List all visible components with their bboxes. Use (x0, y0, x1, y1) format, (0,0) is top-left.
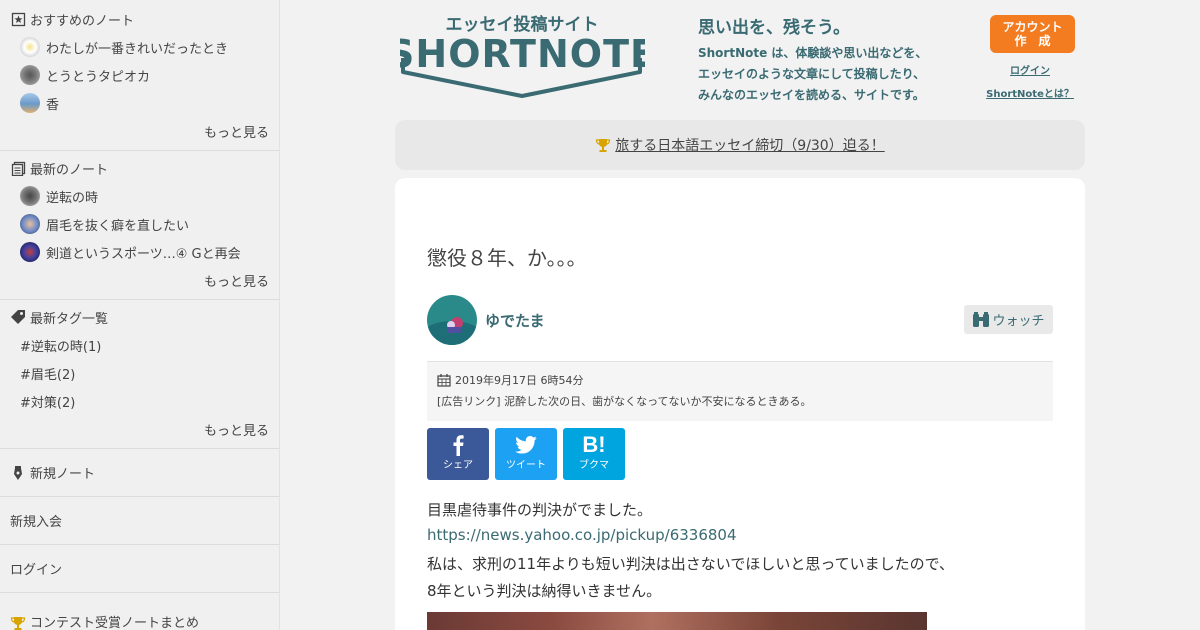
recommended-heading: おすすめのノート (0, 5, 279, 33)
create-account-label-line1: アカウント (1002, 20, 1063, 34)
tagline-line: みんなのエッセイを読める、サイトです。 (698, 88, 925, 102)
post-body-link[interactable]: https://news.yahoo.co.jp/pickup/6336804 (427, 526, 737, 544)
author-name[interactable]: ゆでたま (485, 310, 545, 331)
star-note-icon (10, 11, 26, 27)
sidebar-recommended-item[interactable]: わたしが一番きれいだったとき (0, 33, 279, 61)
avatar (20, 65, 40, 85)
avatar (20, 214, 40, 234)
watch-button[interactable]: ウォッチ (964, 305, 1053, 334)
contest-banner-text: 旅する日本語エッセイ締切（9/30）迫る！ (615, 138, 885, 154)
tags-more-link[interactable]: もっと見る (0, 415, 279, 443)
hatena-bookmark-button[interactable]: B! ブクマ (563, 428, 625, 480)
new-note-label: 新規ノート (30, 467, 96, 482)
logo-wordmark: SHORTNOTE (400, 32, 645, 76)
sidebar-item-label: とうとうタピオカ (46, 69, 151, 85)
tag-label: #逆転の時(1) (20, 339, 102, 355)
latest-heading-label: 最新のノート (30, 162, 109, 178)
contest-link[interactable]: コンテスト受賞ノートまとめ (0, 593, 279, 630)
twitter-icon (495, 428, 557, 460)
binoculars-icon (972, 311, 990, 328)
divider (0, 299, 279, 300)
latest-more-link[interactable]: もっと見る (0, 266, 279, 294)
post-body-line: 目黒虐待事件の判決がでました。 (427, 501, 653, 519)
new-note-link[interactable]: 新規ノート (0, 449, 279, 497)
avatar (20, 93, 40, 113)
post-title: 懲役８年、か。。。 (427, 246, 587, 270)
signup-link[interactable]: 新規入会 (0, 497, 279, 545)
tagline-line: ShortNote は、体験談や思い出などを、 (698, 46, 928, 60)
create-account-button[interactable]: アカウント 作 成 (990, 15, 1075, 53)
sidebar-tag-item[interactable]: #対策(2) (0, 387, 279, 415)
sidebar: おすすめのノート わたしが一番きれいだったとき とうとうタピオカ 香 もっと見る… (0, 0, 280, 630)
tag-label: #眉毛(2) (20, 367, 76, 383)
ad-link[interactable]: [広告リンク] 泥酔した次の日、歯がなくなってないか不安になるときある。 (437, 393, 1043, 409)
sidebar-latest-item[interactable]: 眉毛を抜く癖を直したい (0, 210, 279, 238)
twitter-share-button[interactable]: ツイート (495, 428, 557, 480)
tagline-title: 思い出を、残そう。 (698, 18, 850, 38)
trophy-icon (10, 615, 26, 630)
tags-heading-label: 最新タグ一覧 (30, 311, 109, 327)
login-link[interactable]: ログイン (0, 545, 279, 593)
recommended-more-link[interactable]: もっと見る (0, 117, 279, 145)
sidebar-tag-item[interactable]: #逆転の時(1) (0, 331, 279, 359)
calendar-icon (437, 373, 451, 387)
sidebar-item-label: わたしが一番きれいだったとき (46, 41, 229, 57)
facebook-icon (427, 428, 489, 460)
sidebar-item-label: 香 (46, 97, 60, 113)
post-meta: 2019年9月17日 6時54分 [広告リンク] 泥酔した次の日、歯がなくなって… (427, 361, 1053, 421)
avatar (20, 242, 40, 262)
tags-heading: 最新タグ一覧 (0, 303, 279, 331)
contest-label: コンテスト受賞ノートまとめ (30, 616, 200, 630)
divider (0, 150, 279, 151)
create-account-label-line2: 作 成 (1014, 34, 1051, 48)
sidebar-recommended-item[interactable]: とうとうタピオカ (0, 61, 279, 89)
avatar (20, 186, 40, 206)
post-body-line: 私は、求刑の11年よりも短い判決は出さないでほしいと思っていましたので、 (427, 555, 954, 573)
facebook-share-button[interactable]: シェア (427, 428, 489, 480)
post-date-row: 2019年9月17日 6時54分 (437, 372, 1043, 388)
sidebar-latest-item[interactable]: 剣道というスポーツ…④ Gと再会 (0, 238, 279, 266)
post-image (427, 612, 927, 630)
sidebar-recommended-item[interactable]: 香 (0, 89, 279, 117)
tagline-line: エッセイのような文章にして投稿したり、 (698, 67, 926, 81)
tag-label: #対策(2) (20, 395, 76, 411)
pen-icon (10, 465, 26, 481)
tag-icon (10, 309, 26, 325)
hatena-bookmark-label: ブクマ (579, 460, 609, 471)
facebook-share-label: シェア (443, 460, 473, 471)
post-card: 懲役８年、か。。。 ゆでたま ウォッチ 2019年9月17日 6時54分 [広告… (395, 178, 1085, 630)
sidebar-item-label: 眉毛を抜く癖を直したい (46, 218, 190, 234)
site-logo[interactable]: エッセイ投稿サイト SHORTNOTE (387, 12, 656, 100)
recommended-heading-label: おすすめのノート (30, 13, 135, 29)
post-body-line: 8年という判決は納得いきません。 (427, 582, 662, 600)
post-date: 2019年9月17日 6時54分 (455, 374, 584, 387)
trophy-icon (595, 137, 611, 153)
contest-banner[interactable]: 旅する日本語エッセイ締切（9/30）迫る！ (395, 120, 1085, 170)
author-avatar[interactable] (427, 295, 477, 345)
notes-icon (10, 160, 26, 176)
latest-heading: 最新のノート (0, 154, 279, 182)
avatar (20, 37, 40, 57)
sidebar-item-label: 剣道というスポーツ…④ Gと再会 (46, 246, 241, 262)
watch-label: ウォッチ (992, 314, 1045, 329)
about-link[interactable]: ShortNoteとは？ (985, 85, 1075, 100)
hatena-bookmark-icon: B! (582, 432, 606, 457)
twitter-share-label: ツイート (506, 460, 546, 471)
sidebar-tag-item[interactable]: #眉毛(2) (0, 359, 279, 387)
sidebar-latest-item[interactable]: 逆転の時 (0, 182, 279, 210)
header-login-link[interactable]: ログイン (985, 62, 1075, 77)
sidebar-item-label: 逆転の時 (46, 190, 99, 206)
